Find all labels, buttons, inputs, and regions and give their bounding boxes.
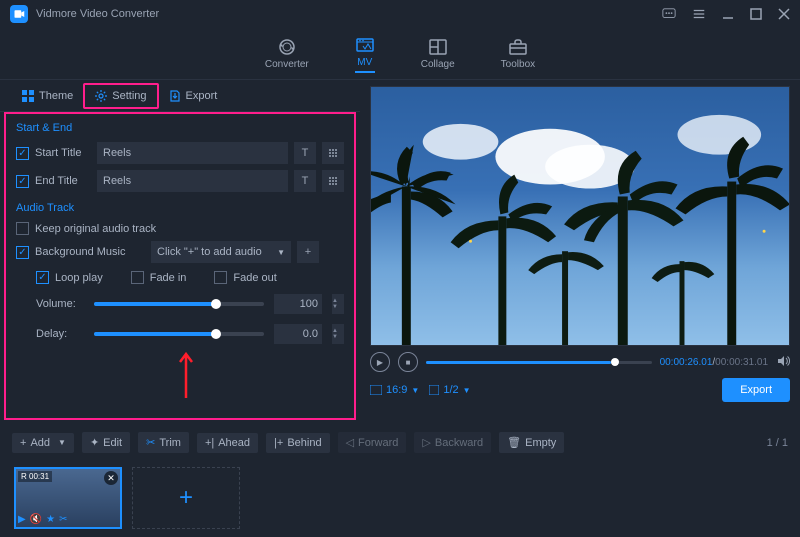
topnav: Converter MV Collage Toolbox (0, 28, 800, 80)
edit-button[interactable]: ✦Edit (82, 432, 130, 453)
trim-button[interactable]: ✂Trim (138, 432, 189, 453)
page-count: 1 / 1 (767, 437, 788, 449)
minimize-icon[interactable] (722, 8, 734, 20)
maximize-icon[interactable] (750, 8, 762, 20)
tab-theme[interactable]: Theme (12, 85, 83, 107)
clip-cut-icon[interactable]: ✂ (59, 514, 67, 525)
video-preview (370, 86, 790, 346)
collage-icon (428, 38, 448, 56)
volume-value[interactable]: 100 (274, 294, 322, 314)
end-title-text-style-button[interactable]: T (294, 170, 316, 192)
delay-spinner[interactable]: ▲▼ (332, 324, 344, 344)
backward-button[interactable]: ▷Backward (414, 432, 491, 453)
aspect-ratio-toggle[interactable]: 16:9▼ (370, 384, 419, 396)
topnav-converter[interactable]: Converter (265, 38, 309, 70)
keep-original-checkbox[interactable] (16, 222, 29, 235)
chevron-down-icon: ▼ (277, 248, 285, 257)
fadein-checkbox[interactable] (131, 271, 144, 284)
export-icon (169, 90, 181, 102)
clip-remove-button[interactable]: ✕ (104, 471, 118, 485)
end-title-checkbox[interactable] (16, 175, 29, 188)
fadeout-checkbox[interactable] (214, 271, 227, 284)
feedback-icon[interactable] (662, 7, 676, 21)
theme-icon (22, 90, 34, 102)
end-title-grid-button[interactable] (322, 170, 344, 192)
time-display: 00:00:26.01/00:00:31.01 (660, 357, 768, 368)
converter-icon (277, 38, 297, 56)
start-title-checkbox[interactable] (16, 147, 29, 160)
bg-music-checkbox[interactable] (16, 246, 29, 259)
timeline: R 00:31 ✕ ▶ 🔇 ★ ✂ + (0, 459, 800, 537)
tab-setting[interactable]: Setting (83, 83, 158, 109)
bg-music-label: Background Music (35, 246, 145, 258)
settings-tabs: Theme Setting Export (0, 80, 360, 112)
topnav-collage[interactable]: Collage (421, 38, 455, 70)
scissors-icon: ✂ (146, 436, 155, 449)
behind-button[interactable]: |+Behind (266, 433, 330, 453)
delay-value[interactable]: 0.0 (274, 324, 322, 344)
end-title-label: End Title (35, 175, 91, 187)
section-start-end: Start & End (16, 122, 344, 134)
section-audio-track: Audio Track (16, 202, 344, 214)
forward-button[interactable]: ◁Forward (338, 432, 407, 453)
topnav-toolbox[interactable]: Toolbox (501, 38, 535, 70)
start-title-input[interactable] (97, 142, 288, 164)
play-button[interactable]: ▶ (370, 352, 390, 372)
tab-export[interactable]: Export (159, 85, 228, 107)
clip-mute-icon[interactable]: 🔇 (30, 514, 42, 525)
start-title-text-style-button[interactable]: T (294, 142, 316, 164)
player-controls: ▶ ■ 00:00:26.01/00:00:31.01 (370, 352, 790, 372)
toolbox-icon (508, 38, 528, 56)
volume-spinner[interactable]: ▲▼ (332, 294, 344, 314)
titlebar: Vidmore Video Converter (0, 0, 800, 28)
export-button[interactable]: Export (722, 378, 790, 402)
volume-slider[interactable] (94, 302, 264, 306)
empty-button[interactable]: 🗑Empty (499, 432, 564, 453)
clip-star-icon[interactable]: ★ (46, 514, 55, 525)
preview-bar: 16:9▼ 1/2▼ Export (370, 378, 790, 402)
add-clip-slot[interactable]: + (132, 467, 240, 529)
app-logo-icon (10, 5, 28, 23)
trash-icon: 🗑 (507, 436, 521, 449)
clip-duration: R 00:31 (18, 471, 52, 482)
clip-thumbnail[interactable]: R 00:31 ✕ ▶ 🔇 ★ ✂ (14, 467, 122, 529)
app-title: Vidmore Video Converter (36, 8, 662, 20)
delay-label: Delay: (36, 328, 84, 340)
page-nav[interactable]: 1/2▼ (429, 384, 470, 396)
mv-icon (355, 36, 375, 54)
bg-music-dropdown[interactable]: Click "+" to add audio ▼ (151, 241, 291, 263)
start-title-grid-button[interactable] (322, 142, 344, 164)
keep-original-label: Keep original audio track (35, 223, 156, 235)
wand-icon: ✦ (90, 436, 99, 449)
close-icon[interactable] (778, 8, 790, 20)
settings-panel: Start & End Start Title T End Title T Au… (4, 112, 356, 420)
end-title-input[interactable] (97, 170, 288, 192)
volume-label: Volume: (36, 298, 84, 310)
delay-slider[interactable] (94, 332, 264, 336)
volume-icon[interactable] (776, 354, 790, 371)
ahead-button[interactable]: +|Ahead (197, 433, 258, 453)
add-audio-button[interactable]: + (297, 241, 319, 263)
progress-bar[interactable] (426, 361, 652, 364)
topnav-mv[interactable]: MV (355, 36, 375, 73)
clip-play-icon[interactable]: ▶ (18, 514, 26, 525)
stop-button[interactable]: ■ (398, 352, 418, 372)
loop-checkbox[interactable] (36, 271, 49, 284)
menu-icon[interactable] (692, 7, 706, 21)
bottom-toolbar: +Add▼ ✦Edit ✂Trim +|Ahead |+Behind ◁Forw… (0, 426, 800, 459)
add-button[interactable]: +Add▼ (12, 433, 74, 453)
gear-icon (95, 90, 107, 102)
start-title-label: Start Title (35, 147, 91, 159)
